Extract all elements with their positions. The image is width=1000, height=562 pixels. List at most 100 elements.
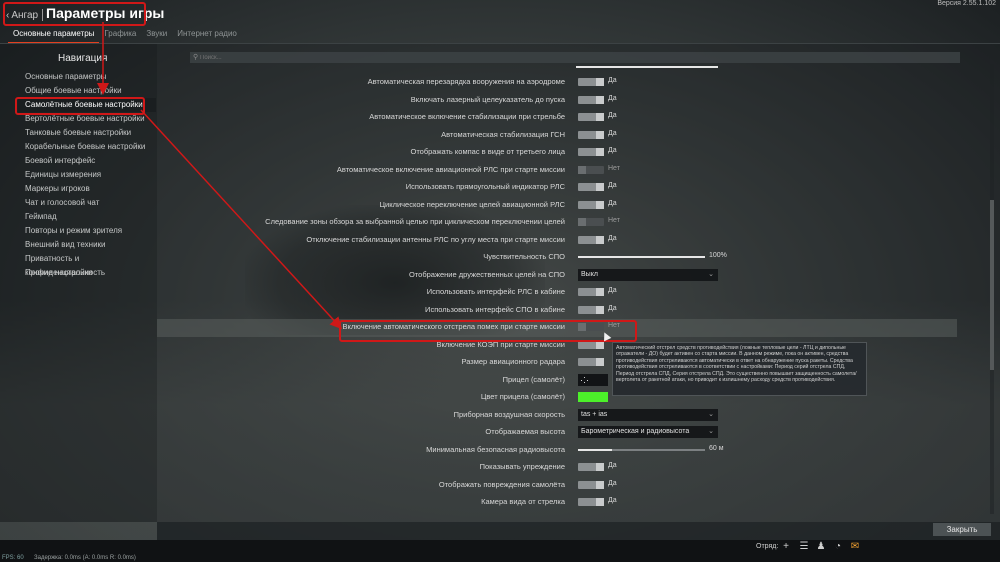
setting-dropdown[interactable]: Барометрическая и радиовысота ⌄ bbox=[578, 426, 718, 438]
setting-label: Чувствительность СПО bbox=[483, 252, 565, 261]
setting-label: Прицел (самолёт) bbox=[502, 374, 565, 384]
setting-toggle[interactable] bbox=[578, 305, 604, 314]
top-bar: ‹ Ангар Параметры игры Версия 2.55.1.102 bbox=[0, 0, 1000, 26]
nav-item[interactable]: Внешний вид техники bbox=[18, 238, 156, 252]
tabs-divider bbox=[0, 43, 1000, 44]
version-label: Версия 2.55.1.102 bbox=[937, 0, 996, 7]
search-input[interactable] bbox=[200, 52, 940, 63]
fps-counter: FPS: 60 bbox=[2, 555, 24, 561]
setting-toggle[interactable] bbox=[578, 113, 604, 121]
setting-label: Отключение стабилизации антенны РЛС по у… bbox=[306, 234, 565, 244]
setting-toggle[interactable] bbox=[578, 358, 604, 366]
setting-toggle[interactable] bbox=[578, 463, 604, 471]
reticle-dot bbox=[587, 379, 588, 381]
bottom-bar bbox=[157, 522, 1000, 540]
reticle-dot bbox=[584, 376, 585, 378]
setting-row: Отображение дружественных целей на СПО Вы… bbox=[157, 267, 957, 285]
setting-row: Использовать прямоугольный индикатор РЛС… bbox=[157, 179, 957, 197]
setting-label: Циклическое переключение целей авиационн… bbox=[379, 199, 565, 209]
setting-slider[interactable] bbox=[578, 256, 705, 258]
setting-toggle[interactable] bbox=[578, 218, 604, 226]
setting-dropdown[interactable]: tas + ias ⌄ bbox=[578, 408, 718, 421]
tab-graphics[interactable]: Графика bbox=[99, 27, 141, 43]
setting-label: Использовать интерфейс РЛС в кабине bbox=[426, 287, 565, 296]
setting-toggle[interactable] bbox=[578, 95, 604, 104]
setting-row: Отключение стабилизации антенны РЛС по у… bbox=[157, 232, 957, 250]
setting-toggle[interactable] bbox=[578, 78, 604, 86]
setting-toggle[interactable] bbox=[578, 498, 604, 506]
setting-label: Размер авиационного радара bbox=[461, 357, 565, 366]
nav-item[interactable]: Маркеры игроков bbox=[18, 182, 156, 196]
setting-row: Использовать интерфейс СПО в кабине Да bbox=[157, 302, 957, 320]
toggle-value: Да bbox=[608, 199, 617, 207]
toggle-value: Да bbox=[608, 287, 617, 294]
setting-row: Автоматическое включение авиационной РЛС… bbox=[157, 162, 957, 180]
setting-row: Камера вида от стрелка Да bbox=[157, 494, 957, 512]
tab-sound[interactable]: Звуки bbox=[141, 27, 172, 43]
chat-icon[interactable]: ◔ bbox=[832, 541, 844, 553]
nav-item[interactable]: Геймпад bbox=[18, 210, 156, 224]
nav-item[interactable]: Боевой интерфейс bbox=[18, 154, 156, 168]
tab-main-settings[interactable]: Основные параметры bbox=[8, 27, 100, 43]
settings-tabs: Основные параметры Графика Звуки Интерне… bbox=[8, 27, 242, 43]
nav-item[interactable]: Единицы измерения bbox=[18, 168, 156, 182]
close-button[interactable]: Закрыть bbox=[933, 523, 991, 536]
nav-item[interactable]: Основные параметры bbox=[18, 70, 156, 84]
setting-slider[interactable] bbox=[578, 448, 705, 451]
nav-item[interactable]: Танковые боевые настройки bbox=[18, 126, 156, 140]
setting-label: Автоматическое включение стабилизации пр… bbox=[369, 112, 565, 121]
friends-list-icon[interactable]: ☰ bbox=[798, 541, 810, 553]
toggle-value: Да bbox=[608, 497, 617, 504]
nav-item[interactable]: Повторы и режим зрителя bbox=[18, 224, 156, 238]
toggle-knob bbox=[596, 480, 604, 489]
setting-label: Автоматическая перезарядка вооружения на… bbox=[367, 77, 565, 86]
nav-item[interactable]: Приватность и конфиденциальность bbox=[18, 252, 156, 277]
toggle-value: Да bbox=[608, 182, 617, 189]
dropdown-value: Выкл bbox=[581, 270, 598, 278]
setting-toggle[interactable] bbox=[578, 130, 604, 139]
slider-value: 100% bbox=[709, 252, 727, 259]
tab-internet-radio[interactable]: Интернет радио bbox=[172, 27, 242, 43]
setting-toggle[interactable] bbox=[578, 200, 604, 209]
nav-item[interactable]: Прочие настройки bbox=[18, 266, 156, 280]
setting-dropdown[interactable]: Выкл ⌄ bbox=[578, 268, 718, 281]
chevron-down-icon: ⌄ bbox=[708, 410, 714, 418]
slider-fill bbox=[578, 256, 705, 258]
toggle-knob bbox=[578, 218, 586, 226]
nav-item[interactable]: Общие боевые настройки bbox=[18, 84, 156, 98]
setting-row: Следование зоны обзора за выбранной цель… bbox=[157, 214, 957, 232]
reticle-color-swatch[interactable] bbox=[578, 392, 608, 402]
setting-label: Отображать компас в виде от третьего лиц… bbox=[410, 147, 565, 156]
setting-toggle[interactable] bbox=[578, 148, 604, 156]
setting-row: Циклическое переключение целей авиационн… bbox=[157, 197, 957, 215]
setting-toggle[interactable] bbox=[578, 183, 604, 191]
annotation-box-nav bbox=[15, 97, 145, 115]
nav-item[interactable]: Корабельные боевые настройки bbox=[18, 140, 156, 154]
toggle-knob bbox=[596, 130, 604, 139]
nav-item[interactable]: Чат и голосовой чат bbox=[18, 196, 156, 210]
setting-toggle[interactable] bbox=[578, 165, 604, 174]
setting-toggle[interactable] bbox=[578, 480, 604, 489]
reticle-preview[interactable] bbox=[578, 373, 608, 386]
squad-icon[interactable]: ♟ bbox=[815, 541, 827, 553]
reticle-dot bbox=[584, 381, 585, 383]
toggle-knob bbox=[596, 113, 604, 121]
toggle-value: Да bbox=[608, 129, 617, 137]
scrollbar-thumb[interactable] bbox=[990, 200, 994, 370]
setting-toggle[interactable] bbox=[578, 235, 604, 244]
setting-label: Включать лазерный целеуказатель до пуска bbox=[410, 94, 565, 104]
setting-row: Включать лазерный целеуказатель до пуска… bbox=[157, 92, 957, 110]
toggle-value: Да bbox=[608, 479, 617, 487]
mail-icon[interactable]: ✉ bbox=[849, 541, 861, 553]
setting-label: Использовать прямоугольный индикатор РЛС bbox=[405, 182, 565, 191]
setting-label: Отображаемая высота bbox=[485, 427, 565, 436]
setting-label: Камера вида от стрелка bbox=[481, 497, 565, 506]
toggle-value: Нет bbox=[608, 164, 620, 172]
toggle-knob bbox=[596, 498, 604, 506]
add-squad-member-icon[interactable]: + bbox=[780, 541, 792, 553]
setting-row: Приборная воздушная скорость tas + ias ⌄ bbox=[157, 407, 957, 425]
dropdown-value: tas + ias bbox=[581, 410, 608, 418]
setting-toggle[interactable] bbox=[578, 288, 604, 296]
toggle-knob bbox=[596, 235, 604, 244]
setting-label: Цвет прицела (самолёт) bbox=[480, 392, 565, 401]
